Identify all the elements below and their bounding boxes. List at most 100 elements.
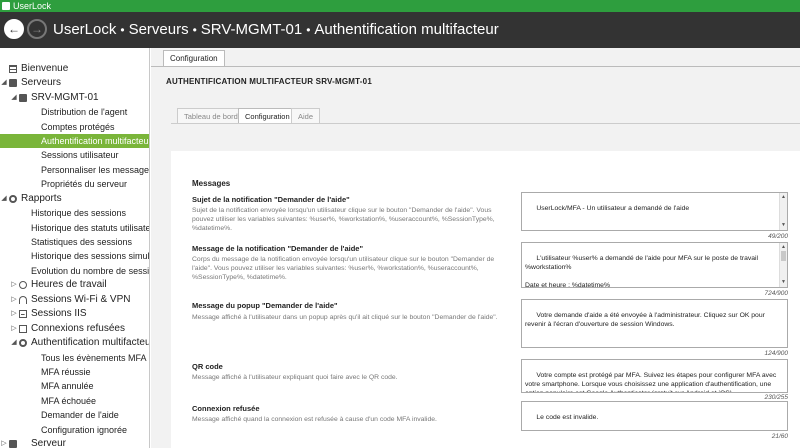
breadcrumb-item[interactable]: UserLock [53,21,116,38]
expand-arrow-icon[interactable]: ◢ [0,76,8,90]
char-counter: 724/900 [764,290,789,297]
collapse-arrow-icon[interactable]: ▷ [10,278,18,292]
tab-strip-divider [151,66,800,67]
sidebar-item-rapport-mfa[interactable]: ◢ Authentification multifacteur [0,336,149,350]
key-icon [19,339,27,347]
sidebar-item-rapports[interactable]: ◢ Rapports [0,192,149,206]
sidebar-item-personnaliser-messages[interactable]: Personnaliser les messages [0,163,149,177]
sujet-notification-textarea[interactable]: UserLock/MFA - Un utilisateur a demandé … [521,192,788,231]
denied-icon [19,325,27,333]
sidebar-item-connexions-refusees[interactable]: ▷ Connexions refusées [0,322,149,336]
server-icon [9,440,17,448]
char-counter: 124/900 [764,350,789,357]
char-counter: 21/60 [771,433,788,440]
breadcrumb-item-current: Authentification multifacteur [314,21,499,38]
forward-button[interactable]: → [27,19,47,39]
expand-arrow-icon[interactable]: ◢ [10,91,18,105]
collapse-arrow-icon[interactable]: ▷ [10,293,18,307]
breadcrumb-separator: • [120,23,125,37]
field-label-qr-code: QR code [192,362,223,371]
scrollbar[interactable]: ▲ ▼ [779,243,787,287]
sidebar-item-tous-evenements-mfa[interactable]: Tous les évènements MFA [0,351,149,365]
message-notification-textarea[interactable]: L'utilisateur %user% a demandé de l'aide… [521,242,788,288]
server-icon [19,94,27,102]
sidebar-item-serveurs[interactable]: ◢ Serveurs [0,76,149,90]
field-label-connexion-refusee: Connexion refusée [192,404,260,413]
sidebar-item-sessions-iis[interactable]: ▷ Sessions IIS [0,307,149,321]
sidebar-item-demander-aide[interactable]: Demander de l'aide [0,408,149,422]
sidebar-item-sessions-simultanees[interactable]: Historique des sessions simultanées [0,249,149,263]
breadcrumb-separator: • [192,23,197,37]
scroll-up-icon[interactable]: ▲ [781,193,786,202]
sessions-icon [19,310,27,318]
sidebar-tree: Bienvenue ◢ Serveurs ◢ SRV-MGMT-01 Distr… [0,48,150,448]
scroll-down-icon[interactable]: ▼ [781,278,786,287]
expand-arrow-icon[interactable]: ◢ [0,192,8,206]
server-icon [9,79,17,87]
collapse-arrow-icon[interactable]: ▷ [10,307,18,321]
qr-code-value: Votre compte est protégé par MFA. Suivez… [525,372,777,392]
sidebar-item-historique-statuts[interactable]: Historique des statuts utilisateur [0,221,149,235]
scroll-down-icon[interactable]: ▼ [781,221,786,230]
expand-arrow-icon[interactable]: ◢ [10,336,18,350]
home-icon [9,65,17,73]
sidebar-item-comptes-proteges[interactable]: Comptes protégés [0,120,149,134]
clock-icon [19,281,27,289]
sidebar-item-mfa-annulee[interactable]: MFA annulée [0,379,149,393]
window-title-bar: UserLock [0,0,800,12]
sidebar-item-heures-travail[interactable]: ▷ Heures de travail [0,278,149,292]
sidebar-item-distribution-agent[interactable]: Distribution de l'agent [0,105,149,119]
tab-configuration-top[interactable]: Configuration [163,50,225,67]
field-desc-qr-code: Message affiché à l'utilisateur expliqua… [192,374,398,381]
sidebar-item-evolution-sessions[interactable]: Evolution du nombre de sessions [0,264,149,278]
connexion-refusee-textarea[interactable]: Le code est invalide. [521,401,788,431]
sidebar-item-mfa-echouee[interactable]: MFA échouée [0,394,149,408]
config-content: Messages Sujet de la notification "Deman… [171,151,800,448]
tab-aide[interactable]: Aide [291,108,321,124]
sujet-notification-value: UserLock/MFA - Un utilisateur a demandé … [536,205,690,212]
sidebar-item-sessions-wifi-vpn[interactable]: ▷ Sessions Wi-Fi & VPN [0,293,149,307]
back-button[interactable]: ← [4,19,24,39]
arrow-right-icon: → [31,22,43,36]
field-label-message-notification: Message de la notification "Demander de … [192,244,364,253]
sidebar-item-serveur[interactable]: ▷ Serveur [0,437,149,448]
collapse-arrow-icon[interactable]: ▷ [10,322,18,336]
arrow-left-icon: ← [8,22,20,36]
window-title: UserLock [13,1,52,11]
field-desc-connexion-refusee: Message affiché quand la connexion est r… [192,416,437,423]
char-counter: 49/200 [768,233,788,240]
gear-icon [9,195,17,203]
breadcrumb-item[interactable]: Serveurs [129,21,189,38]
char-counter: 230/255 [764,394,789,401]
message-popup-textarea[interactable]: Votre demande d'aide a été envoyée à l'a… [521,299,788,348]
qr-code-textarea[interactable]: Votre compte est protégé par MFA. Suivez… [521,359,788,393]
sidebar-item-authentification-multifacteur[interactable]: Authentification multifacteur [0,134,149,148]
wifi-icon [19,296,27,304]
userlock-app-icon [2,2,10,10]
field-label-message-popup: Message du popup "Demander de l'aide" [192,301,338,310]
field-label-sujet-notification: Sujet de la notification "Demander de l'… [192,195,350,204]
breadcrumb-item[interactable]: SRV-MGMT-01 [201,21,302,38]
message-popup-value: Votre demande d'aide a été envoyée à l'a… [525,312,767,328]
sidebar-item-sessions-utilisateur[interactable]: Sessions utilisateur [0,148,149,162]
sidebar-item-configuration-ignoree[interactable]: Configuration ignorée [0,423,149,437]
tab-divider [171,123,800,124]
field-desc-message-popup: Message affiché à l'utilisateur dans un … [192,314,498,321]
scrollbar-thumb[interactable] [781,251,786,261]
section-title-messages: Messages [192,179,231,188]
field-desc-sujet-notification: Sujet de la notification envoyée lorsqu'… [192,207,495,232]
sidebar-item-historique-sessions[interactable]: Historique des sessions [0,206,149,220]
page-title: AUTHENTIFICATION MULTIFACTEUR SRV-MGMT-0… [166,77,372,86]
sidebar-item-srv-mgmt-01[interactable]: ◢ SRV-MGMT-01 [0,91,149,105]
collapse-arrow-icon[interactable]: ▷ [0,437,8,448]
connexion-refusee-value: Le code est invalide. [536,414,599,421]
tab-configuration[interactable]: Configuration [238,108,297,124]
sidebar-item-proprietes-serveur[interactable]: Propriétés du serveur [0,177,149,191]
tab-tableau-de-bord[interactable]: Tableau de bord [177,108,245,124]
sidebar-item-mfa-reussie[interactable]: MFA réussie [0,365,149,379]
scrollbar[interactable]: ▲ ▼ [779,193,787,230]
sidebar-item-statistiques-sessions[interactable]: Statistiques des sessions [0,235,149,249]
main-panel: Configuration AUTHENTIFICATION MULTIFACT… [151,48,800,448]
sidebar-item-bienvenue[interactable]: Bienvenue [0,62,149,76]
field-desc-message-notification: Corps du message de la notification envo… [192,256,495,281]
